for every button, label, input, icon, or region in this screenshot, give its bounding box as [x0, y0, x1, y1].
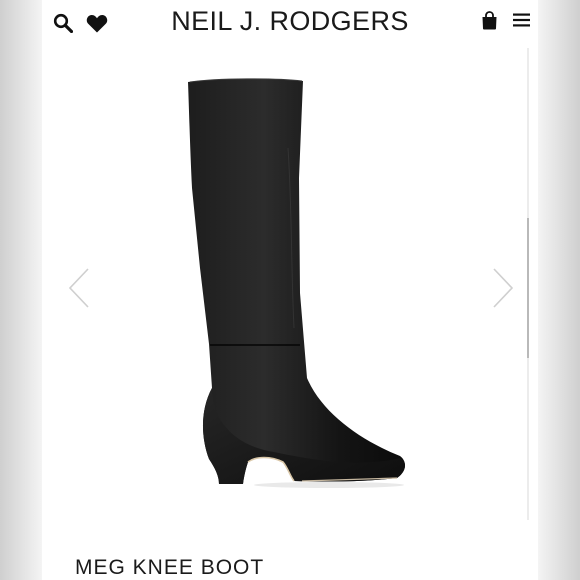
product-image-carousel[interactable]: [42, 48, 538, 528]
product-title: MEG KNEE BOOT: [75, 556, 265, 579]
scrollbar-thumb[interactable]: [527, 218, 529, 358]
shopping-bag-icon[interactable]: [481, 11, 498, 30]
product-image: [188, 78, 406, 488]
chevron-left-icon[interactable]: [68, 268, 90, 308]
right-backdrop: [538, 0, 580, 580]
chevron-right-icon[interactable]: [492, 268, 514, 308]
brand-logo[interactable]: NEIL J. RODGERS: [42, 6, 538, 37]
left-backdrop: [0, 0, 42, 580]
product-page: NEIL J. RODGERS MEG KNEE BOOT: [42, 0, 538, 580]
menu-icon[interactable]: [513, 13, 530, 27]
site-header: NEIL J. RODGERS: [42, 0, 538, 44]
